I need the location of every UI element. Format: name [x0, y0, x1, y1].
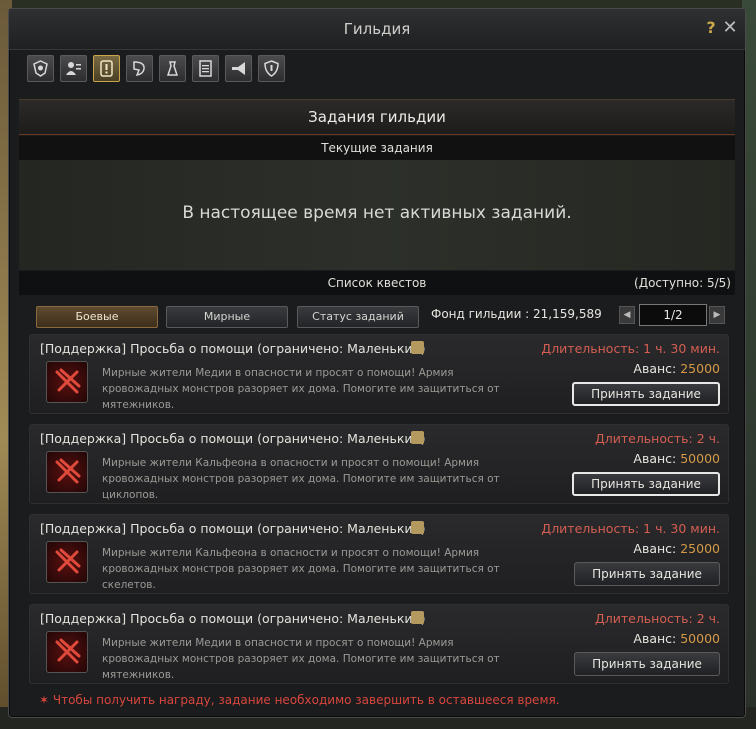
time-limit-note: ✶ Чтобы получить награду, задание необхо… — [39, 693, 560, 707]
advance-value: 25000 — [680, 541, 720, 556]
filter-status-button[interactable]: Статус заданий — [297, 306, 419, 328]
title-bar[interactable]: Гильдия ? ✕ — [9, 9, 745, 50]
edit-icon[interactable] — [411, 611, 424, 624]
available-count: (Доступно: 5/5) — [634, 276, 731, 290]
current-quests-area: В настоящее время нет активных заданий. — [19, 160, 735, 270]
claw-icon — [55, 638, 81, 664]
quest-item: [Поддержка] Просьба о помощи (ограничено… — [29, 604, 729, 684]
advance-label: Аванс: — [633, 541, 677, 556]
quest-description: Мирные жители Медии в опасности и просят… — [102, 367, 500, 411]
guild-fund: Фонд гильдии : 21,159,589 — [431, 307, 602, 321]
tab-contract[interactable] — [159, 55, 186, 82]
accept-quest-button[interactable]: Принять задание — [574, 652, 720, 676]
next-page-button[interactable]: ▶ — [709, 306, 725, 324]
tab-members[interactable] — [60, 55, 87, 82]
quest-item: [Поддержка] Просьба о помощи (ограничено… — [29, 334, 729, 414]
window-title: Гильдия — [343, 20, 411, 38]
quest-icon — [46, 541, 88, 583]
claw-icon — [55, 368, 81, 394]
advance-value: 50000 — [680, 631, 720, 646]
quest-icon — [46, 631, 88, 673]
quest-duration: Длительность: 1 ч. 30 мин. — [541, 341, 720, 356]
quest-description: Мирные жители Кальфеона в опасности и пр… — [102, 457, 500, 501]
close-icon[interactable]: ✕ — [721, 17, 739, 38]
quest-title: [Поддержка] Просьба о помощи (ограничено… — [40, 341, 426, 356]
current-quests-header: Текущие задания — [19, 136, 735, 160]
edit-icon[interactable] — [411, 341, 424, 354]
quest-duration: Длительность: 2 ч. — [594, 611, 720, 626]
members-icon — [66, 62, 81, 75]
quest-advance: Аванс: 50000 — [633, 451, 720, 466]
section-title: Задания гильдии — [19, 99, 735, 135]
tab-skills[interactable] — [126, 55, 153, 82]
quest-title: [Поддержка] Просьба о помощи (ограничено… — [40, 611, 426, 626]
quest-alert-icon — [100, 60, 113, 77]
quest-advance: Аванс: 25000 — [633, 541, 720, 556]
quest-advance: Аванс: 50000 — [633, 631, 720, 646]
quest-description: Мирные жители Кальфеона в опасности и пр… — [102, 547, 500, 591]
tab-quests[interactable] — [93, 55, 120, 82]
help-icon[interactable]: ? — [703, 18, 719, 37]
quest-icon — [46, 451, 88, 493]
edit-icon[interactable] — [411, 521, 424, 534]
quest-duration: Длительность: 1 ч. 30 мин. — [541, 521, 720, 536]
advance-value: 50000 — [680, 451, 720, 466]
guild-emblem-icon — [33, 60, 48, 77]
claw-icon — [55, 548, 81, 574]
claw-icon — [55, 458, 81, 484]
pagination: ◀ 1/2 ▶ — [619, 304, 725, 326]
prev-page-button[interactable]: ◀ — [619, 306, 635, 324]
quest-description: Мирные жители Медии в опасности и просят… — [102, 637, 500, 681]
accept-quest-button[interactable]: Принять задание — [572, 382, 720, 406]
advance-label: Аванс: — [633, 451, 677, 466]
quest-icon — [46, 361, 88, 403]
skills-icon — [133, 61, 145, 76]
page-indicator: 1/2 — [639, 304, 707, 326]
guild-window: Гильдия ? ✕ Задания гильдии Текущие зада… — [8, 8, 746, 718]
quest-title: [Поддержка] Просьба о помощи (ограничено… — [40, 431, 426, 446]
advance-value: 25000 — [680, 361, 720, 376]
advance-label: Аванс: — [633, 361, 677, 376]
advance-label: Аванс: — [633, 631, 677, 646]
tab-defense[interactable] — [258, 55, 285, 82]
filter-combat-button[interactable]: Боевые — [36, 306, 158, 328]
quest-duration: Длительность: 2 ч. — [594, 431, 720, 446]
tab-document[interactable] — [192, 55, 219, 82]
document-icon — [199, 60, 212, 77]
quest-list-header: Список квестов (Доступно: 5/5) — [19, 271, 735, 295]
contract-icon — [166, 61, 179, 76]
edit-icon[interactable] — [411, 431, 424, 444]
accept-quest-button[interactable]: Принять задание — [574, 562, 720, 586]
quest-list-title: Список квестов — [327, 276, 427, 290]
quest-item: [Поддержка] Просьба о помощи (ограничено… — [29, 514, 729, 594]
filter-peaceful-button[interactable]: Мирные — [166, 306, 288, 328]
quest-item: [Поддержка] Просьба о помощи (ограничено… — [29, 424, 729, 504]
megaphone-icon — [232, 62, 245, 75]
tab-announce[interactable] — [225, 55, 252, 82]
empty-message: В настоящее время нет активных заданий. — [182, 203, 572, 223]
quest-title: [Поддержка] Просьба о помощи (ограничено… — [40, 521, 426, 536]
tab-guild-emblem[interactable] — [27, 55, 54, 82]
accept-quest-button[interactable]: Принять задание — [572, 472, 720, 496]
quest-advance: Аванс: 25000 — [633, 361, 720, 376]
shield-icon — [264, 60, 279, 77]
